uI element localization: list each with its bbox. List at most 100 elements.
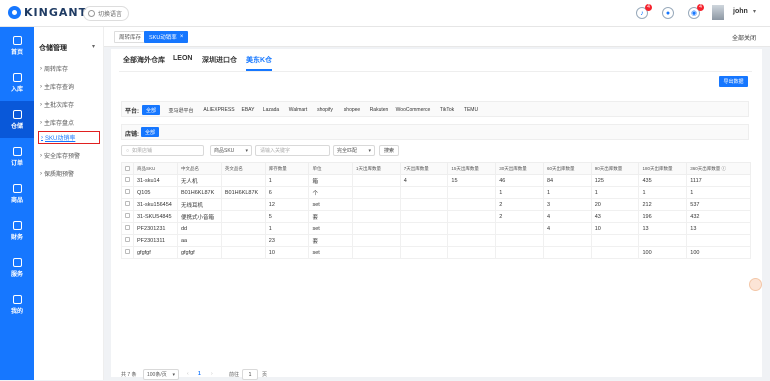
close-all-button[interactable]: 全部关闭 — [732, 33, 756, 42]
chevron-right-icon: › — [40, 152, 42, 159]
table-cell — [351, 210, 401, 223]
chevron-down-icon[interactable]: ▾ — [92, 43, 95, 50]
sidebar-item-finance[interactable]: 财务 — [0, 212, 34, 249]
platform-woocommerce[interactable]: WooCommerce — [395, 105, 431, 115]
row-checkbox[interactable] — [121, 174, 134, 187]
floating-assistant-avatar[interactable] — [749, 278, 762, 291]
row-checkbox[interactable] — [121, 198, 134, 211]
table-row: 31-sku156454 无线耳机 12 set 2 3 20 212 537 — [121, 198, 751, 211]
table-cell — [351, 222, 401, 235]
row-checkbox[interactable] — [121, 186, 134, 199]
chevron-right-icon: › — [40, 170, 42, 177]
submenu-item-sku-sell-through[interactable]: › SKU动销率 — [38, 131, 100, 144]
table-cell — [351, 174, 401, 187]
export-button[interactable]: 导出数据 — [719, 76, 748, 87]
platform-lazada[interactable]: Lazada — [260, 105, 282, 115]
bell-icon[interactable]: ♪ 4 — [636, 4, 652, 19]
row-checkbox[interactable] — [121, 234, 134, 247]
inbound-icon — [12, 72, 22, 82]
language-switch-button[interactable]: 切换语言 — [83, 6, 130, 21]
page-size-select[interactable]: 100条/页 ▾ — [143, 369, 179, 380]
tab-leon[interactable]: LEON — [173, 55, 192, 66]
table-cell: 46 — [495, 174, 544, 187]
avatar[interactable] — [712, 5, 724, 20]
shop-search-input[interactable]: ○ 如果店铺 — [121, 145, 204, 156]
table-cell — [399, 246, 449, 259]
sidebar-item-profile[interactable]: 我的 — [0, 286, 34, 323]
prev-page-button[interactable]: ‹ — [187, 371, 189, 377]
table-cell: 15 — [447, 174, 497, 187]
table-cell: 212 — [638, 198, 688, 211]
submenu-item-batch-inventory[interactable]: › 主批次库存 — [38, 98, 100, 111]
tab-sku-sell-through[interactable]: SKU动销率 × — [144, 31, 189, 43]
col-unit: 单位 — [308, 162, 353, 175]
select-all-checkbox[interactable] — [121, 162, 134, 175]
submenu-item-turnover[interactable]: › 周转库存 — [38, 62, 100, 75]
sidebar-item-order[interactable]: 订单 — [0, 138, 34, 175]
message-icon[interactable]: ● — [662, 7, 674, 19]
tab-all-warehouses[interactable]: 全部海外仓库 — [123, 55, 165, 69]
table-cell: 125 — [590, 174, 640, 187]
platform-temu[interactable]: TEMU — [462, 105, 480, 115]
table-row: 31-SKU54845 便携式小音箱 5 套 2 4 43 196 432 — [121, 210, 751, 223]
platform-amazon[interactable]: 亚马逊平台 — [166, 105, 196, 115]
chevron-down-icon: ▾ — [245, 147, 248, 154]
platform-ebay[interactable]: EBAY — [240, 105, 256, 115]
table-cell — [351, 186, 401, 199]
platform-walmart[interactable]: Walmart — [287, 105, 309, 115]
user-name[interactable]: john — [733, 8, 748, 15]
submenu-item-stocktake[interactable]: › 主库存盘点 — [38, 116, 100, 129]
top-bar: KINGANT 切换语言 ♪ 4 ● ◉ 4 john ▾ — [0, 0, 770, 27]
table-cell — [590, 234, 640, 247]
submenu-item-safety-stock[interactable]: › 安全库存预警 — [38, 149, 100, 162]
col-30d: 30天出库数量 — [495, 162, 544, 175]
shop-all[interactable]: 全部 — [141, 127, 159, 137]
table-row: gfgfgf gfgfgf 10 set 100 100 — [121, 246, 751, 259]
table-cell — [399, 234, 449, 247]
table-cell: 1 — [638, 186, 688, 199]
row-checkbox[interactable] — [121, 246, 134, 259]
logo[interactable]: KINGANT — [8, 6, 87, 19]
tab-turnover-inventory[interactable]: 周转库存 — [114, 31, 147, 43]
keyword-input[interactable]: 请输入关键字 — [255, 145, 330, 156]
col-7d: 7天出库数量 — [399, 162, 449, 175]
sidebar-item-inbound[interactable]: 入库 — [0, 64, 34, 101]
close-icon[interactable]: × — [180, 34, 184, 40]
submenu-item-expiry-alert[interactable]: › 保质期预警 — [38, 167, 100, 180]
support-badge: 4 — [697, 4, 704, 11]
col-90d: 90天出库数量 — [590, 162, 640, 175]
platform-rakuten[interactable]: Rakuten — [368, 105, 390, 115]
next-page-button[interactable]: › — [211, 371, 213, 377]
table-cell — [220, 246, 266, 259]
page-number-current[interactable]: 1 — [198, 371, 201, 377]
goto-page-input[interactable]: 1 — [242, 369, 258, 380]
chevron-down-icon[interactable]: ▾ — [753, 8, 756, 15]
sidebar-item-home[interactable]: 首页 — [0, 27, 34, 64]
support-icon[interactable]: ◉ 4 — [688, 4, 704, 19]
field-select[interactable]: 商品SKU ▾ — [210, 145, 252, 156]
platform-tiktok[interactable]: TikTok — [437, 105, 457, 115]
tab-shenzhen[interactable]: 深圳进口仓 — [202, 55, 237, 69]
row-checkbox[interactable] — [121, 210, 134, 223]
order-icon — [12, 146, 22, 156]
table-cell: 5 — [264, 210, 310, 223]
table-cell: 6 — [264, 186, 310, 199]
sidebar-item-product[interactable]: 商品 — [0, 175, 34, 212]
submenu-title: 仓储管理 — [39, 45, 67, 52]
search-button[interactable]: 搜索 — [379, 145, 399, 156]
match-select[interactable]: 完全匹配 ▾ — [333, 145, 375, 156]
goto-label: 前往 — [229, 372, 240, 378]
sidebar-item-warehouse[interactable]: 仓储 — [0, 101, 34, 138]
platform-shopify[interactable]: shopify — [314, 105, 336, 115]
row-checkbox[interactable] — [121, 222, 134, 235]
platform-aliexpress[interactable]: ALIEXPRESS — [202, 105, 236, 115]
table-cell: 537 — [686, 198, 751, 211]
col-60d: 60天出库数量 — [542, 162, 592, 175]
tab-us-east-k[interactable]: 美东K仓 — [246, 55, 273, 71]
sidebar-item-service[interactable]: 服务 — [0, 249, 34, 286]
platform-shopee[interactable]: shopee — [342, 105, 362, 115]
submenu-item-main-inventory[interactable]: › 主库存查询 — [38, 80, 100, 93]
platform-all[interactable]: 全部 — [142, 105, 160, 115]
table-cell — [351, 234, 401, 247]
table-cell — [447, 246, 497, 259]
